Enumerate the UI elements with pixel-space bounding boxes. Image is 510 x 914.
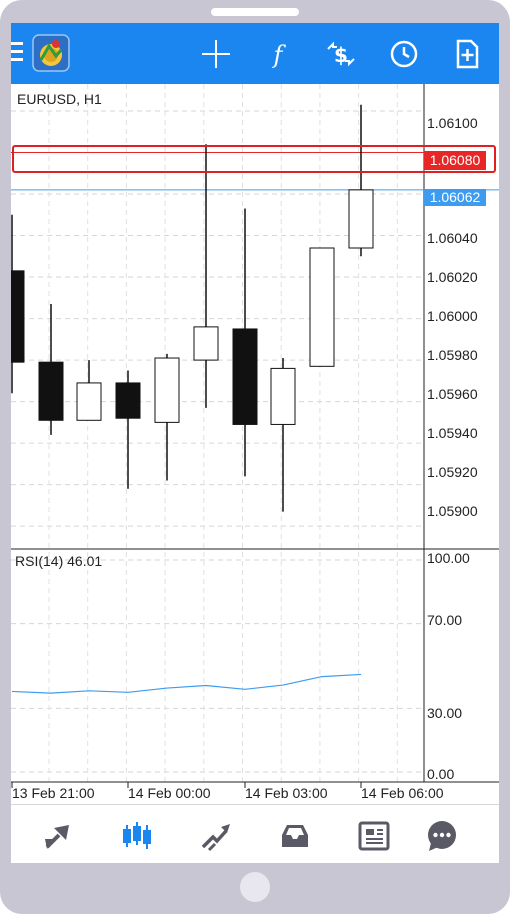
candle-body <box>348 189 374 249</box>
candle-body <box>115 382 141 419</box>
candle-body <box>38 361 64 421</box>
rsi-line <box>11 673 362 694</box>
chart-icon[interactable] <box>120 819 154 853</box>
price-tick: 1.05940 <box>427 425 478 441</box>
metatrader-logo[interactable] <box>32 34 70 72</box>
add-object-icon[interactable] <box>450 37 484 71</box>
candle-body <box>309 247 335 367</box>
price-tick: 1.06040 <box>427 230 478 246</box>
time-tick: 13 Feb 21:00 <box>12 785 95 801</box>
price-tick: 1.06020 <box>427 269 478 285</box>
candle-body <box>270 367 296 425</box>
trade-icon[interactable] <box>199 819 233 853</box>
bottom-navigation <box>11 804 499 863</box>
indicators-icon[interactable]: f <box>261 37 295 71</box>
time-tick: 14 Feb 00:00 <box>128 785 211 801</box>
price-tick: 1.05920 <box>427 464 478 480</box>
svg-text:f: f <box>272 41 287 69</box>
price-tick: 1.06100 <box>427 115 478 131</box>
time-tick: 14 Feb 06:00 <box>361 785 444 801</box>
menu-icon[interactable] <box>11 42 23 64</box>
symbol-timeframe-label: EURUSD, H1 <box>17 91 102 107</box>
app-screen: f $ EURUSD, H1 RSI(14) 46.01 1.06100 1.0… <box>11 23 499 863</box>
candle-body <box>154 357 180 423</box>
trade-icon[interactable]: $ <box>324 37 358 71</box>
candle-body <box>232 328 258 425</box>
rsi-level-tick: 30.00 <box>427 705 463 721</box>
rsi-indicator-label: RSI(14) 46.01 <box>15 553 103 569</box>
candle-body <box>193 326 219 361</box>
time-tick: 14 Feb 03:00 <box>245 785 328 801</box>
candle-body <box>76 382 102 421</box>
price-tick: 1.05900 <box>427 503 478 519</box>
rsi-level-tick: 0.00 <box>427 766 455 782</box>
history-icon[interactable] <box>278 819 312 853</box>
price-tick: 1.06000 <box>427 308 478 324</box>
candle-body <box>11 270 25 363</box>
highlighted-price-tag: 1.06080 <box>424 151 486 170</box>
price-tick: 1.05960 <box>427 386 478 402</box>
timeframe-clock-icon[interactable] <box>387 37 421 71</box>
bid-price-tag: 1.06062 <box>424 189 486 206</box>
phone-speaker <box>211 8 299 16</box>
crosshair-icon[interactable] <box>199 37 233 71</box>
price-tick: 1.05980 <box>427 347 478 363</box>
top-toolbar: f $ <box>11 23 499 84</box>
rsi-level-tick: 70.00 <box>427 612 463 628</box>
rsi-level-tick: 100.00 <box>427 550 470 566</box>
quotes-icon[interactable] <box>41 819 75 853</box>
news-icon[interactable] <box>357 819 391 853</box>
chat-icon[interactable] <box>425 819 459 853</box>
phone-frame: f $ EURUSD, H1 RSI(14) 46.01 1.06100 1.0… <box>0 0 510 914</box>
home-button[interactable] <box>240 872 270 902</box>
